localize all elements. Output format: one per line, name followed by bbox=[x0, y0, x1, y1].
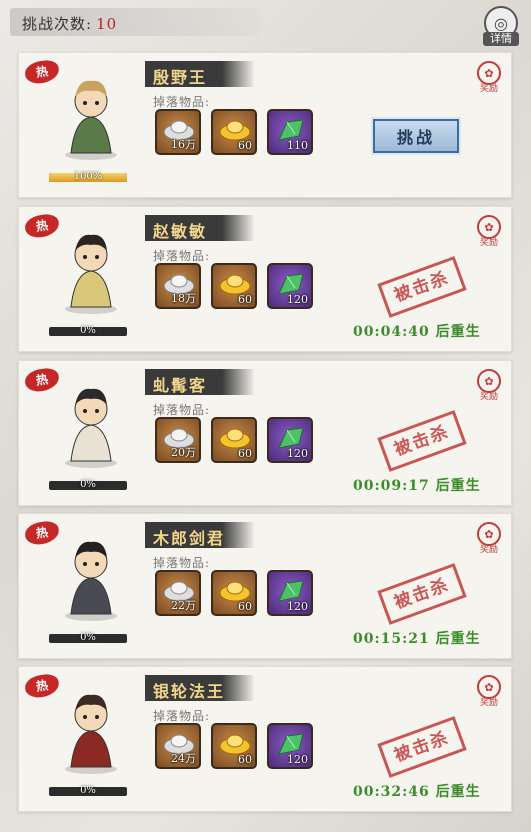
silver-ingot-item[interactable]: 20万 bbox=[155, 417, 201, 463]
reward-icon: ✿ bbox=[477, 675, 501, 699]
boss-portrait[interactable] bbox=[45, 681, 137, 777]
respawn-timer: 00:32:46 后重生 bbox=[353, 784, 481, 800]
silver-ingot-item[interactable]: 18万 bbox=[155, 263, 201, 309]
boss-card: 热 100% 殷野王 掉落物品: 16万 60 110 挑战 ✿ 奖励 bbox=[18, 52, 512, 198]
item-quantity: 16万 bbox=[171, 138, 196, 151]
challenge-button[interactable]: 挑战 bbox=[373, 119, 459, 153]
hp-bar: 0% bbox=[49, 632, 127, 643]
reward-icon: ✿ bbox=[477, 215, 501, 239]
drop-items-list: 18万 60 120 bbox=[155, 263, 313, 309]
boss-name: 银轮法王 bbox=[145, 675, 255, 701]
boss-portrait[interactable] bbox=[45, 67, 137, 163]
item-quantity: 22万 bbox=[171, 599, 196, 612]
drop-items-list: 16万 60 110 bbox=[155, 109, 313, 155]
reward-label: 奖励 bbox=[479, 84, 498, 94]
item-quantity: 120 bbox=[287, 293, 308, 306]
killed-stamp: 被击杀 bbox=[377, 410, 467, 472]
hp-bar: 0% bbox=[49, 785, 127, 796]
hp-percent: 0% bbox=[80, 325, 96, 336]
boss-name: 木郎剑君 bbox=[145, 522, 255, 548]
boss-portrait[interactable] bbox=[45, 528, 137, 624]
jade-item[interactable]: 120 bbox=[267, 263, 313, 309]
boss-name: 赵敏敏 bbox=[145, 215, 255, 241]
respawn-timer: 00:04:40 后重生 bbox=[353, 324, 481, 340]
reward-button[interactable]: ✿ 奖励 bbox=[475, 61, 503, 94]
hp-percent: 0% bbox=[80, 785, 96, 796]
killed-stamp: 被击杀 bbox=[377, 716, 467, 778]
item-quantity: 60 bbox=[238, 447, 252, 460]
drop-items-label: 掉落物品: bbox=[153, 556, 211, 570]
item-quantity: 120 bbox=[287, 447, 308, 460]
drop-items-label: 掉落物品: bbox=[153, 249, 211, 263]
item-quantity: 60 bbox=[238, 600, 252, 613]
killed-stamp: 被击杀 bbox=[377, 563, 467, 625]
boss-name: 虬髯客 bbox=[145, 369, 255, 395]
boss-portrait[interactable] bbox=[45, 221, 137, 317]
reward-button[interactable]: ✿ 奖励 bbox=[475, 675, 503, 708]
item-quantity: 120 bbox=[287, 600, 308, 613]
reward-button[interactable]: ✿ 奖励 bbox=[475, 215, 503, 248]
hp-bar: 0% bbox=[49, 325, 127, 336]
jade-item[interactable]: 120 bbox=[267, 417, 313, 463]
detail-label: 详情 bbox=[483, 32, 519, 46]
reward-label: 奖励 bbox=[479, 545, 498, 555]
boss-name: 殷野王 bbox=[145, 61, 255, 87]
gold-ingot-item[interactable]: 60 bbox=[211, 570, 257, 616]
gold-ingot-item[interactable]: 60 bbox=[211, 263, 257, 309]
item-quantity: 60 bbox=[238, 139, 252, 152]
item-quantity: 110 bbox=[287, 139, 308, 152]
silver-ingot-item[interactable]: 16万 bbox=[155, 109, 201, 155]
drop-items-label: 掉落物品: bbox=[153, 709, 211, 723]
gold-ingot-item[interactable]: 60 bbox=[211, 109, 257, 155]
boss-card: 热 0% 木郎剑君 掉落物品: 22万 60 120 被击杀 00:15:21 后重… bbox=[18, 513, 512, 659]
reward-label: 奖励 bbox=[479, 238, 498, 248]
silver-ingot-item[interactable]: 24万 bbox=[155, 723, 201, 769]
reward-button[interactable]: ✿ 奖励 bbox=[475, 369, 503, 402]
item-quantity: 120 bbox=[287, 753, 308, 766]
drop-items-list: 20万 60 120 bbox=[155, 417, 313, 463]
challenge-count-label: 挑战次数: bbox=[22, 15, 93, 33]
reward-label: 奖励 bbox=[479, 392, 498, 402]
reward-icon: ✿ bbox=[477, 369, 501, 393]
jade-item[interactable]: 110 bbox=[267, 109, 313, 155]
jade-item[interactable]: 120 bbox=[267, 723, 313, 769]
silver-ingot-item[interactable]: 22万 bbox=[155, 570, 201, 616]
respawn-timer: 00:15:21 后重生 bbox=[353, 631, 481, 647]
drop-items-label: 掉落物品: bbox=[153, 403, 211, 417]
boss-card: 热 0% 银轮法王 掉落物品: 24万 60 120 被击杀 00:32:46 后重… bbox=[18, 666, 512, 812]
reward-button[interactable]: ✿ 奖励 bbox=[475, 522, 503, 555]
reward-label: 奖励 bbox=[479, 698, 498, 708]
respawn-timer: 00:09:17 后重生 bbox=[353, 478, 481, 494]
item-quantity: 18万 bbox=[171, 292, 196, 305]
drop-items-label: 掉落物品: bbox=[153, 95, 211, 109]
item-quantity: 24万 bbox=[171, 752, 196, 765]
boss-card: 热 0% 赵敏敏 掉落物品: 18万 60 120 被击杀 00:04:40 后重生… bbox=[18, 206, 512, 352]
challenge-count-value: 10 bbox=[96, 15, 118, 33]
hp-bar: 100% bbox=[49, 171, 127, 182]
boss-card: 热 0% 虬髯客 掉落物品: 20万 60 120 被击杀 00:09:17 后重生… bbox=[18, 360, 512, 506]
killed-stamp: 被击杀 bbox=[377, 256, 467, 318]
item-quantity: 60 bbox=[238, 753, 252, 766]
hp-percent: 0% bbox=[80, 479, 96, 490]
item-quantity: 60 bbox=[238, 293, 252, 306]
gold-ingot-item[interactable]: 60 bbox=[211, 417, 257, 463]
item-quantity: 20万 bbox=[171, 446, 196, 459]
detail-button[interactable]: ◎ 详情 bbox=[481, 6, 521, 48]
challenge-count-bar: 挑战次数: 10 bbox=[10, 8, 260, 36]
hp-bar: 0% bbox=[49, 479, 127, 490]
boss-portrait[interactable] bbox=[45, 375, 137, 471]
hp-percent: 0% bbox=[80, 632, 96, 643]
jade-item[interactable]: 120 bbox=[267, 570, 313, 616]
drop-items-list: 22万 60 120 bbox=[155, 570, 313, 616]
reward-icon: ✿ bbox=[477, 522, 501, 546]
gold-ingot-item[interactable]: 60 bbox=[211, 723, 257, 769]
reward-icon: ✿ bbox=[477, 61, 501, 85]
drop-items-list: 24万 60 120 bbox=[155, 723, 313, 769]
hp-percent: 100% bbox=[73, 171, 103, 182]
